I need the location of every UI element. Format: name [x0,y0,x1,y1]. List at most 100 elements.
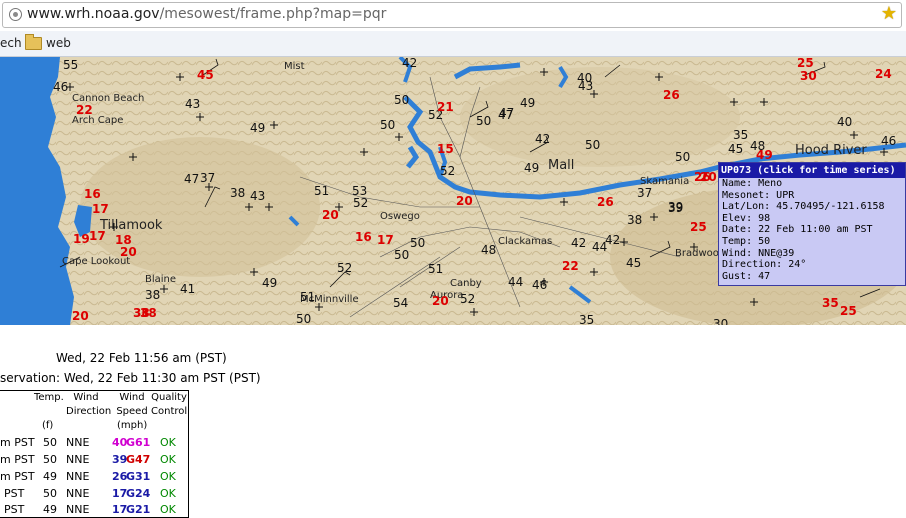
row-temp: 50 [43,487,57,500]
bookmark-item-search[interactable]: ech [0,36,22,50]
bookmarks-bar: ech web [0,31,906,57]
station-temp[interactable]: 37 [200,172,215,184]
row-qc: OK [160,503,176,516]
station-gust[interactable]: 20 [432,295,449,307]
station-gust[interactable]: 16 [355,231,372,243]
weather-station-map[interactable]: Mist Cannon Beach Arch Cape Tillamook Ca… [0,57,906,325]
url-field[interactable]: www.wrh.noaa.gov/mesowest/frame.php?map=… [2,2,902,28]
address-bar: www.wrh.noaa.gov/mesowest/frame.php?map=… [0,0,906,32]
station-temp[interactable]: 42 [605,234,620,246]
station-temp[interactable]: 50 [476,115,491,127]
station-gust[interactable]: 25 [797,57,814,69]
row-wind-gust: G47 [126,453,151,466]
station-gust[interactable]: 25 [690,221,707,233]
popup-title[interactable]: UP073 (click for time series) [719,163,905,178]
row-wind-gust: G24 [126,487,151,500]
station-temp[interactable]: 47 [499,107,514,119]
station-temp[interactable]: 35 [579,314,594,325]
row-temp: 50 [43,453,57,466]
station-gust[interactable]: 49 [756,149,773,161]
station-gust[interactable]: 16 [84,188,101,200]
station-temp[interactable]: 42 [571,237,586,249]
station-temp[interactable]: 46 [53,81,68,93]
station-temp[interactable]: 30 [713,318,728,325]
station-temp[interactable]: 50 [394,94,409,106]
station-temp[interactable]: 51 [428,263,443,275]
station-temp[interactable]: 42 [402,57,417,69]
station-temp[interactable]: 46 [532,279,547,291]
station-temp[interactable]: 50 [675,151,690,163]
station-gust[interactable]: 17 [92,203,109,215]
station-temp[interactable]: 50 [585,139,600,151]
station-gust[interactable]: 26 [597,196,614,208]
station-temp[interactable]: 52 [460,293,475,305]
station-gust[interactable]: 17 [89,230,106,242]
station-gust[interactable]: 20 [322,209,339,221]
station-temp[interactable]: 51 [314,185,329,197]
station-gust[interactable]: 26 [663,89,680,101]
station-gust[interactable]: 22 [76,104,93,116]
station-temp[interactable]: 52 [353,197,368,209]
station-temp[interactable]: 45 [626,257,641,269]
place-label: Canby [450,278,482,289]
station-temp[interactable]: 49 [250,122,265,134]
station-gust[interactable]: 20 [120,246,137,258]
station-gust[interactable]: 24 [875,68,892,80]
station-temp[interactable]: 54 [393,297,408,309]
station-gust[interactable]: 38 [140,307,157,319]
station-temp[interactable]: 55 [63,59,78,71]
bookmark-folder-web[interactable]: web [46,36,71,50]
station-temp[interactable]: 49 [520,97,535,109]
station-temp[interactable]: 51 [300,291,315,303]
row-direction: NNE [66,436,90,449]
station-temp[interactable]: 38 [230,187,245,199]
header-temp: Temp. [34,392,64,403]
station-temp[interactable]: 50 [296,313,311,325]
station-gust[interactable]: 35 [822,297,839,309]
station-temp[interactable]: 49 [524,162,539,174]
station-temp[interactable]: 44 [508,276,523,288]
row-wind-gust: G31 [126,470,151,483]
station-temp[interactable]: 48 [481,244,496,256]
station-temp[interactable]: 40 [837,116,852,128]
station-gust[interactable]: 22 [562,260,579,272]
station-temp[interactable]: 41 [180,283,195,295]
station-info-popup[interactable]: UP073 (click for time series) Name: Meno… [718,162,906,286]
station-temp[interactable]: 43 [578,80,593,92]
station-gust[interactable]: 15 [437,143,454,155]
row-direction: NNE [66,487,90,500]
station-gust[interactable]: 19 [73,233,90,245]
station-temp[interactable]: 46 [881,135,896,147]
row-direction: NNE [66,503,90,516]
station-temp[interactable]: 45 [728,143,743,155]
url-text[interactable]: www.wrh.noaa.gov/mesowest/frame.php?map=… [27,6,386,22]
station-temp[interactable]: 35 [733,129,748,141]
station-temp[interactable]: 50 [380,119,395,131]
station-temp[interactable]: 49 [262,277,277,289]
station-gust[interactable]: 20 [700,171,717,183]
station-temp[interactable]: 52 [337,262,352,274]
station-temp[interactable]: 39 [668,202,683,214]
row-qc: OK [160,487,176,500]
station-temp[interactable]: 52 [440,165,455,177]
station-temp[interactable]: 47 [184,173,199,185]
station-temp[interactable]: 42 [535,133,550,145]
bookmark-star-icon[interactable]: ★ [881,3,897,25]
station-temp[interactable]: 37 [637,187,652,199]
station-gust[interactable]: 45 [197,69,214,81]
station-gust[interactable]: 30 [800,70,817,82]
station-gust[interactable]: 25 [840,305,857,317]
station-temp[interactable]: 43 [250,190,265,202]
row-wind-gust: G21 [126,503,151,516]
station-gust[interactable]: 20 [72,310,89,322]
station-temp[interactable]: 50 [394,249,409,261]
station-temp[interactable]: 38 [627,214,642,226]
station-gust[interactable]: 20 [456,195,473,207]
station-temp[interactable]: 50 [410,237,425,249]
popup-line: Mesonet: UPR [722,189,795,201]
station-gust[interactable]: 21 [437,101,454,113]
station-temp[interactable]: 38 [145,289,160,301]
station-temp[interactable]: 43 [185,98,200,110]
popup-line: Wind: NNE@39 [722,247,795,259]
station-gust[interactable]: 17 [377,234,394,246]
